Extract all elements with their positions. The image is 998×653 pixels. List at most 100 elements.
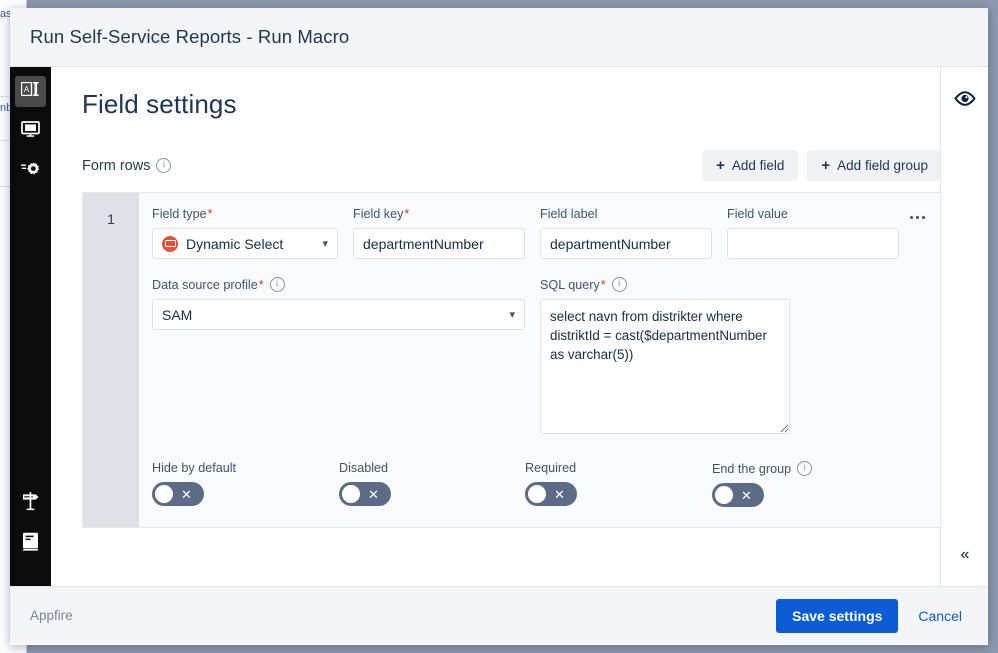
toggle-group-hide-by-default: Hide by default ✕ bbox=[152, 461, 339, 507]
dialog-body: A Field settings Form rows i + Add field… bbox=[10, 67, 988, 586]
dot bbox=[909, 215, 913, 219]
field-label-group: Field label bbox=[540, 207, 712, 259]
required-label: Required bbox=[525, 461, 712, 475]
field-key-label: Field key * bbox=[353, 207, 525, 221]
field-label-label: Field label bbox=[540, 207, 712, 221]
toggle-knob bbox=[155, 485, 173, 503]
hide-by-default-toggle[interactable]: ✕ bbox=[152, 482, 204, 506]
data-source-profile-group: Data source profile * i SAM ▾ bbox=[152, 277, 525, 439]
dialog-title: Run Self-Service Reports - Run Macro bbox=[30, 26, 350, 47]
data-source-profile-value: SAM bbox=[162, 306, 193, 323]
toggle-knob bbox=[528, 485, 546, 503]
dynamic-select-icon bbox=[162, 235, 178, 252]
field-value-input[interactable] bbox=[727, 228, 899, 259]
hide-by-default-label: Hide by default bbox=[152, 461, 339, 475]
row-fields: Field type * Dynamic Select ▾ Field key … bbox=[139, 193, 940, 527]
form-rows-header: Form rows i + Add field + Add field grou… bbox=[82, 150, 940, 181]
collapse-panel-icon[interactable]: « bbox=[961, 546, 970, 564]
label-text: End the group bbox=[712, 461, 792, 476]
save-settings-button[interactable]: Save settings bbox=[776, 598, 899, 633]
field-type-group: Field type * Dynamic Select ▾ bbox=[152, 207, 338, 259]
toggle-group-disabled: Disabled ✕ bbox=[339, 461, 525, 507]
sql-query-label: SQL query * i bbox=[540, 277, 790, 292]
dot bbox=[915, 215, 919, 219]
label-text: Field label bbox=[540, 207, 598, 221]
toggle-group-required: Required ✕ bbox=[525, 461, 712, 507]
required-star: * bbox=[600, 277, 606, 292]
cancel-button[interactable]: Cancel bbox=[912, 607, 968, 625]
field-value-label: Field value bbox=[727, 207, 899, 221]
field-input-icon: A bbox=[20, 81, 40, 101]
field-label-input[interactable] bbox=[540, 228, 712, 259]
page-title: Field settings bbox=[82, 89, 237, 119]
toggle-off-icon: ✕ bbox=[554, 486, 565, 502]
required-star: * bbox=[207, 207, 213, 221]
label-text: Required bbox=[525, 461, 577, 475]
screenshot-root: as nb Run Self-Service Reports - Run Mac… bbox=[0, 0, 998, 653]
row-index: 1 bbox=[83, 193, 139, 527]
label-text: Field type bbox=[152, 207, 207, 221]
dialog-footer: Appfire Save settings Cancel bbox=[10, 586, 988, 644]
required-toggle[interactable]: ✕ bbox=[525, 482, 577, 506]
row-options-menu-icon[interactable] bbox=[903, 205, 931, 229]
label-text: Field value bbox=[727, 207, 788, 221]
label-text: Field key bbox=[353, 207, 404, 221]
toggle-knob bbox=[715, 486, 733, 504]
chevron-down-icon: ▾ bbox=[322, 238, 328, 250]
sql-query-group: SQL query * i select navn from distrikter… bbox=[540, 277, 790, 439]
sidebar-item-fields[interactable]: A bbox=[15, 76, 46, 107]
form-row-card: 1 Field type * Dynamic Select ▾ Field ke… bbox=[82, 192, 940, 528]
chevron-down-icon: ▾ bbox=[509, 309, 515, 321]
toggle-knob bbox=[342, 485, 360, 503]
svg-text:A: A bbox=[24, 85, 30, 94]
dot bbox=[921, 215, 925, 219]
row-top-grid: Field type * Dynamic Select ▾ Field key … bbox=[152, 207, 940, 259]
end-the-group-info-icon[interactable]: i bbox=[797, 461, 813, 476]
sql-query-textarea[interactable]: select navn from distrikter where distri… bbox=[540, 299, 790, 434]
form-rows-info-icon[interactable]: i bbox=[156, 158, 172, 173]
data-source-profile-info-icon[interactable]: i bbox=[269, 277, 285, 292]
gear-icon bbox=[20, 160, 41, 183]
row-middle-grid: Data source profile * i SAM ▾ SQL query … bbox=[152, 277, 940, 439]
eye-icon[interactable] bbox=[953, 91, 976, 111]
dialog-header: Run Self-Service Reports - Run Macro bbox=[10, 8, 988, 67]
sidebar-item-guide[interactable] bbox=[15, 488, 46, 519]
label-text: SQL query bbox=[540, 277, 600, 292]
label-text: Data source profile bbox=[152, 277, 258, 292]
toggle-group-end-the-group: End the group i ✕ bbox=[712, 461, 892, 507]
add-field-label: Add field bbox=[731, 158, 785, 173]
disabled-toggle[interactable]: ✕ bbox=[339, 482, 391, 506]
field-type-label: Field type * bbox=[152, 207, 338, 221]
field-type-select[interactable]: Dynamic Select ▾ bbox=[152, 228, 338, 259]
left-sidebar: A bbox=[10, 67, 51, 586]
signpost-icon bbox=[21, 491, 41, 516]
data-source-profile-select[interactable]: SAM ▾ bbox=[152, 299, 525, 330]
required-star: * bbox=[404, 207, 410, 221]
plus-icon: + bbox=[821, 157, 831, 174]
preview-rail: « bbox=[940, 67, 988, 586]
toggle-off-icon: ✕ bbox=[741, 487, 752, 503]
field-key-input[interactable] bbox=[353, 228, 525, 259]
field-key-group: Field key * bbox=[353, 207, 525, 259]
brand-label: Appfire bbox=[30, 608, 73, 623]
disabled-label: Disabled bbox=[339, 461, 525, 475]
toggle-off-icon: ✕ bbox=[181, 486, 192, 502]
field-type-value: Dynamic Select bbox=[186, 235, 284, 252]
add-field-group-button[interactable]: + Add field group bbox=[807, 150, 940, 181]
plus-icon: + bbox=[716, 157, 725, 174]
label-text: Disabled bbox=[339, 461, 389, 475]
form-rows-label: Form rows bbox=[82, 157, 151, 174]
sql-query-info-icon[interactable]: i bbox=[611, 277, 627, 292]
screen-icon bbox=[21, 121, 40, 142]
sidebar-item-documentation[interactable] bbox=[15, 528, 46, 559]
add-field-group-label: Add field group bbox=[837, 158, 928, 173]
field-value-group: Field value bbox=[727, 207, 899, 259]
sidebar-item-screen[interactable] bbox=[15, 116, 46, 147]
sidebar-bottom-group bbox=[15, 488, 46, 586]
book-icon bbox=[22, 532, 39, 556]
add-field-button[interactable]: + Add field bbox=[702, 150, 799, 181]
sidebar-item-settings[interactable] bbox=[15, 156, 46, 187]
end-the-group-label: End the group i bbox=[712, 461, 892, 476]
end-the-group-toggle[interactable]: ✕ bbox=[712, 483, 764, 507]
row-toggles-grid: Hide by default ✕ Disabled ✕ Required ✕ … bbox=[152, 461, 940, 507]
